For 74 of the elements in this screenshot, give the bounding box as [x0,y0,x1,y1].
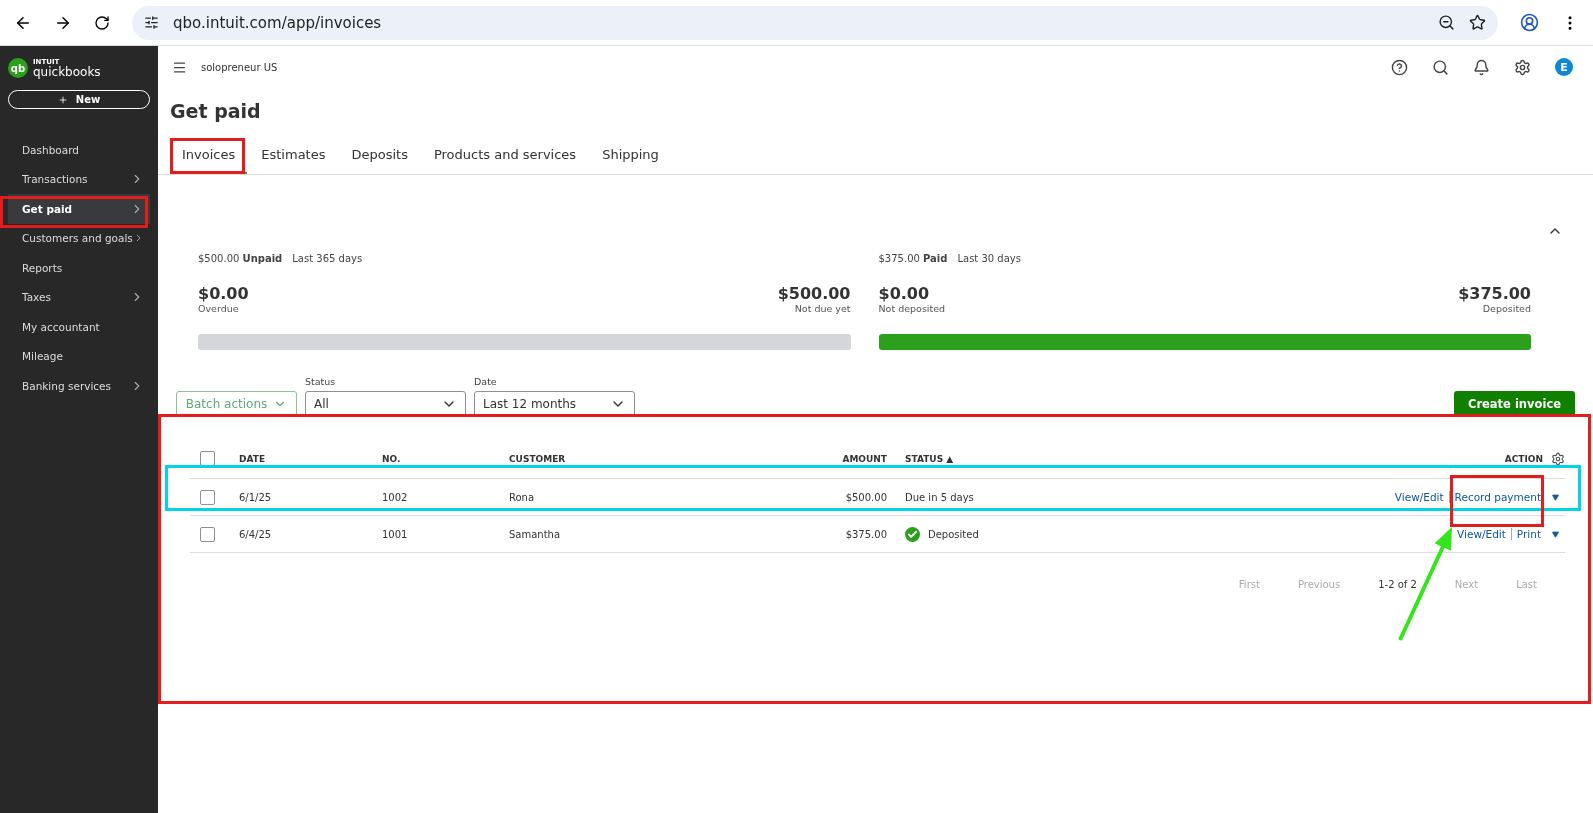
action-link[interactable]: View/Edit [1452,528,1511,540]
sidebar-item[interactable]: Transactions [8,164,150,194]
sidebar-item[interactable]: Dashboard [8,135,150,165]
menu-icon[interactable] [172,59,187,75]
summary-period: Last 30 days [957,253,1021,264]
page-title: Get paid [170,100,262,122]
column-header[interactable]: STATUS ▲ [887,453,1245,464]
status-dropdown[interactable]: All [305,391,466,417]
summary-amount: $0.00 [198,284,249,303]
bell-icon[interactable] [1473,58,1490,76]
sidebar-item[interactable]: Customers and goals [8,223,150,253]
tab[interactable]: Estimates [249,138,338,174]
summary-caption: Overdue [198,303,240,314]
column-header[interactable]: NO. [378,453,505,464]
column-header: ACTION [1503,453,1543,464]
zoom-out-icon[interactable] [1438,14,1455,31]
row-checkbox[interactable] [200,489,215,505]
pagination-link[interactable]: 1-2 of 2 [1378,579,1417,590]
company-name: solopreneur US [201,61,278,73]
summary-amount: $0.00 [878,284,931,303]
table-cell-text: 1001 [381,528,409,540]
sidebar-item[interactable]: Taxes [8,282,150,312]
sidebar-item[interactable]: Banking services [8,371,150,401]
status-text: Due in 5 days [905,491,974,503]
dropdown-caret-icon[interactable] [1552,530,1559,538]
tab[interactable]: Shipping [590,138,671,174]
summary-heading: $375.00 Paid [878,253,948,264]
logo-icon: qb [8,58,28,78]
table-cell-text: 6/4/25 [238,528,273,540]
action-link[interactable]: View/Edit [1389,491,1449,503]
table-cell-text: $375.00 [844,528,887,540]
reload-icon[interactable] [94,14,110,31]
field-label: Status [305,376,337,387]
sidebar-item[interactable]: Mileage [8,341,150,371]
sidebar-item[interactable]: Reports [8,253,150,283]
table-cell-text: $500.00 [844,491,887,503]
site-settings-icon[interactable] [144,15,159,30]
summary-caption: Deposited [1481,303,1531,314]
action-link[interactable]: Record payment [1448,491,1546,503]
bookmark-star-icon[interactable] [1469,14,1486,31]
tab[interactable]: Invoices [170,138,248,174]
field-label: Date [474,376,498,387]
settings-icon[interactable] [1551,451,1565,466]
table-cell-text: 1002 [381,491,409,503]
help-icon[interactable] [1391,58,1408,76]
sidebar-item[interactable]: My accountant [8,312,150,342]
summary-caption: Not deposited [878,303,946,314]
row-checkbox[interactable] [200,526,215,542]
table-cell-text: Rona [508,491,536,503]
dropdown-caret-icon[interactable] [1552,493,1559,501]
summary-caption: Not due yet [793,303,851,314]
column-header[interactable]: CUSTOMER [505,453,767,464]
profile-icon[interactable] [1520,13,1539,32]
search-icon[interactable] [1432,58,1449,76]
action-link[interactable]: Print [1510,528,1546,540]
status-text: Deposited [928,528,979,540]
create-invoice-button[interactable]: Create invoice [1453,391,1575,417]
check-circle-icon [905,526,920,542]
settings-icon[interactable] [1514,58,1531,76]
tab[interactable]: Products and services [421,138,589,174]
table-cell-text: 6/1/25 [238,491,273,503]
column-header[interactable]: DATE [235,453,378,464]
date-dropdown[interactable]: Last 12 months [474,391,635,417]
plus-icon [57,94,68,105]
summary-amount: $375.00 [1458,284,1531,303]
tab[interactable]: Deposits [339,138,420,174]
address-bar[interactable]: qbo.intuit.com/app/invoices [132,5,1498,40]
summary-period: Last 365 days [292,253,363,264]
column-header[interactable]: AMOUNT [767,453,887,464]
logo-text: quickbooks [33,65,101,78]
user-avatar[interactable]: E [1555,58,1573,76]
summary-heading: $500.00 Unpaid [198,253,283,264]
table-cell-text: Samantha [508,528,562,540]
summary-amount: $500.00 [777,284,851,303]
